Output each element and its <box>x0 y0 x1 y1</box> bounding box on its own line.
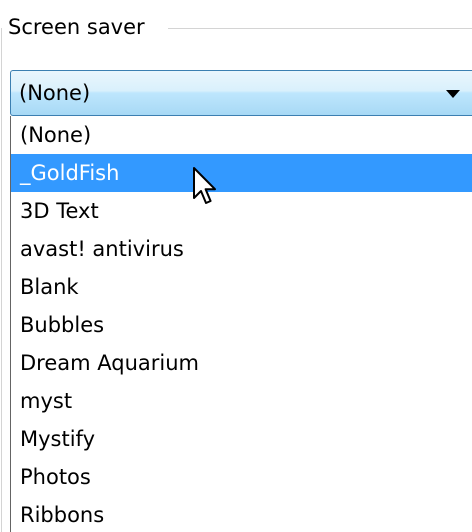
list-item[interactable]: 3D Text <box>11 192 472 230</box>
screen-saver-dropdown-list[interactable]: (None) _GoldFish 3D Text avast! antiviru… <box>10 116 472 532</box>
mouse-pointer-icon <box>193 167 216 204</box>
chevron-down-icon[interactable] <box>446 90 460 98</box>
list-item[interactable]: myst <box>11 382 472 420</box>
list-item[interactable]: Dream Aquarium <box>11 344 472 382</box>
list-item[interactable]: Mystify <box>11 420 472 458</box>
group-box-border-left <box>1 28 2 532</box>
combobox-selected-value: (None) <box>19 81 91 105</box>
list-item-highlighted[interactable]: _GoldFish <box>11 154 472 192</box>
list-item[interactable]: Bubbles <box>11 306 472 344</box>
list-item[interactable]: Photos <box>11 458 472 496</box>
screen-saver-panel: Screen saver (None) (None) _GoldFish 3D … <box>0 0 472 532</box>
list-item[interactable]: Ribbons <box>11 496 472 532</box>
group-box-border-top <box>168 28 472 29</box>
list-item[interactable]: (None) <box>11 116 472 154</box>
group-box-title: Screen saver <box>8 14 149 40</box>
list-item[interactable]: avast! antivirus <box>11 230 472 268</box>
list-item[interactable]: Blank <box>11 268 472 306</box>
screen-saver-combobox[interactable]: (None) <box>10 70 472 116</box>
